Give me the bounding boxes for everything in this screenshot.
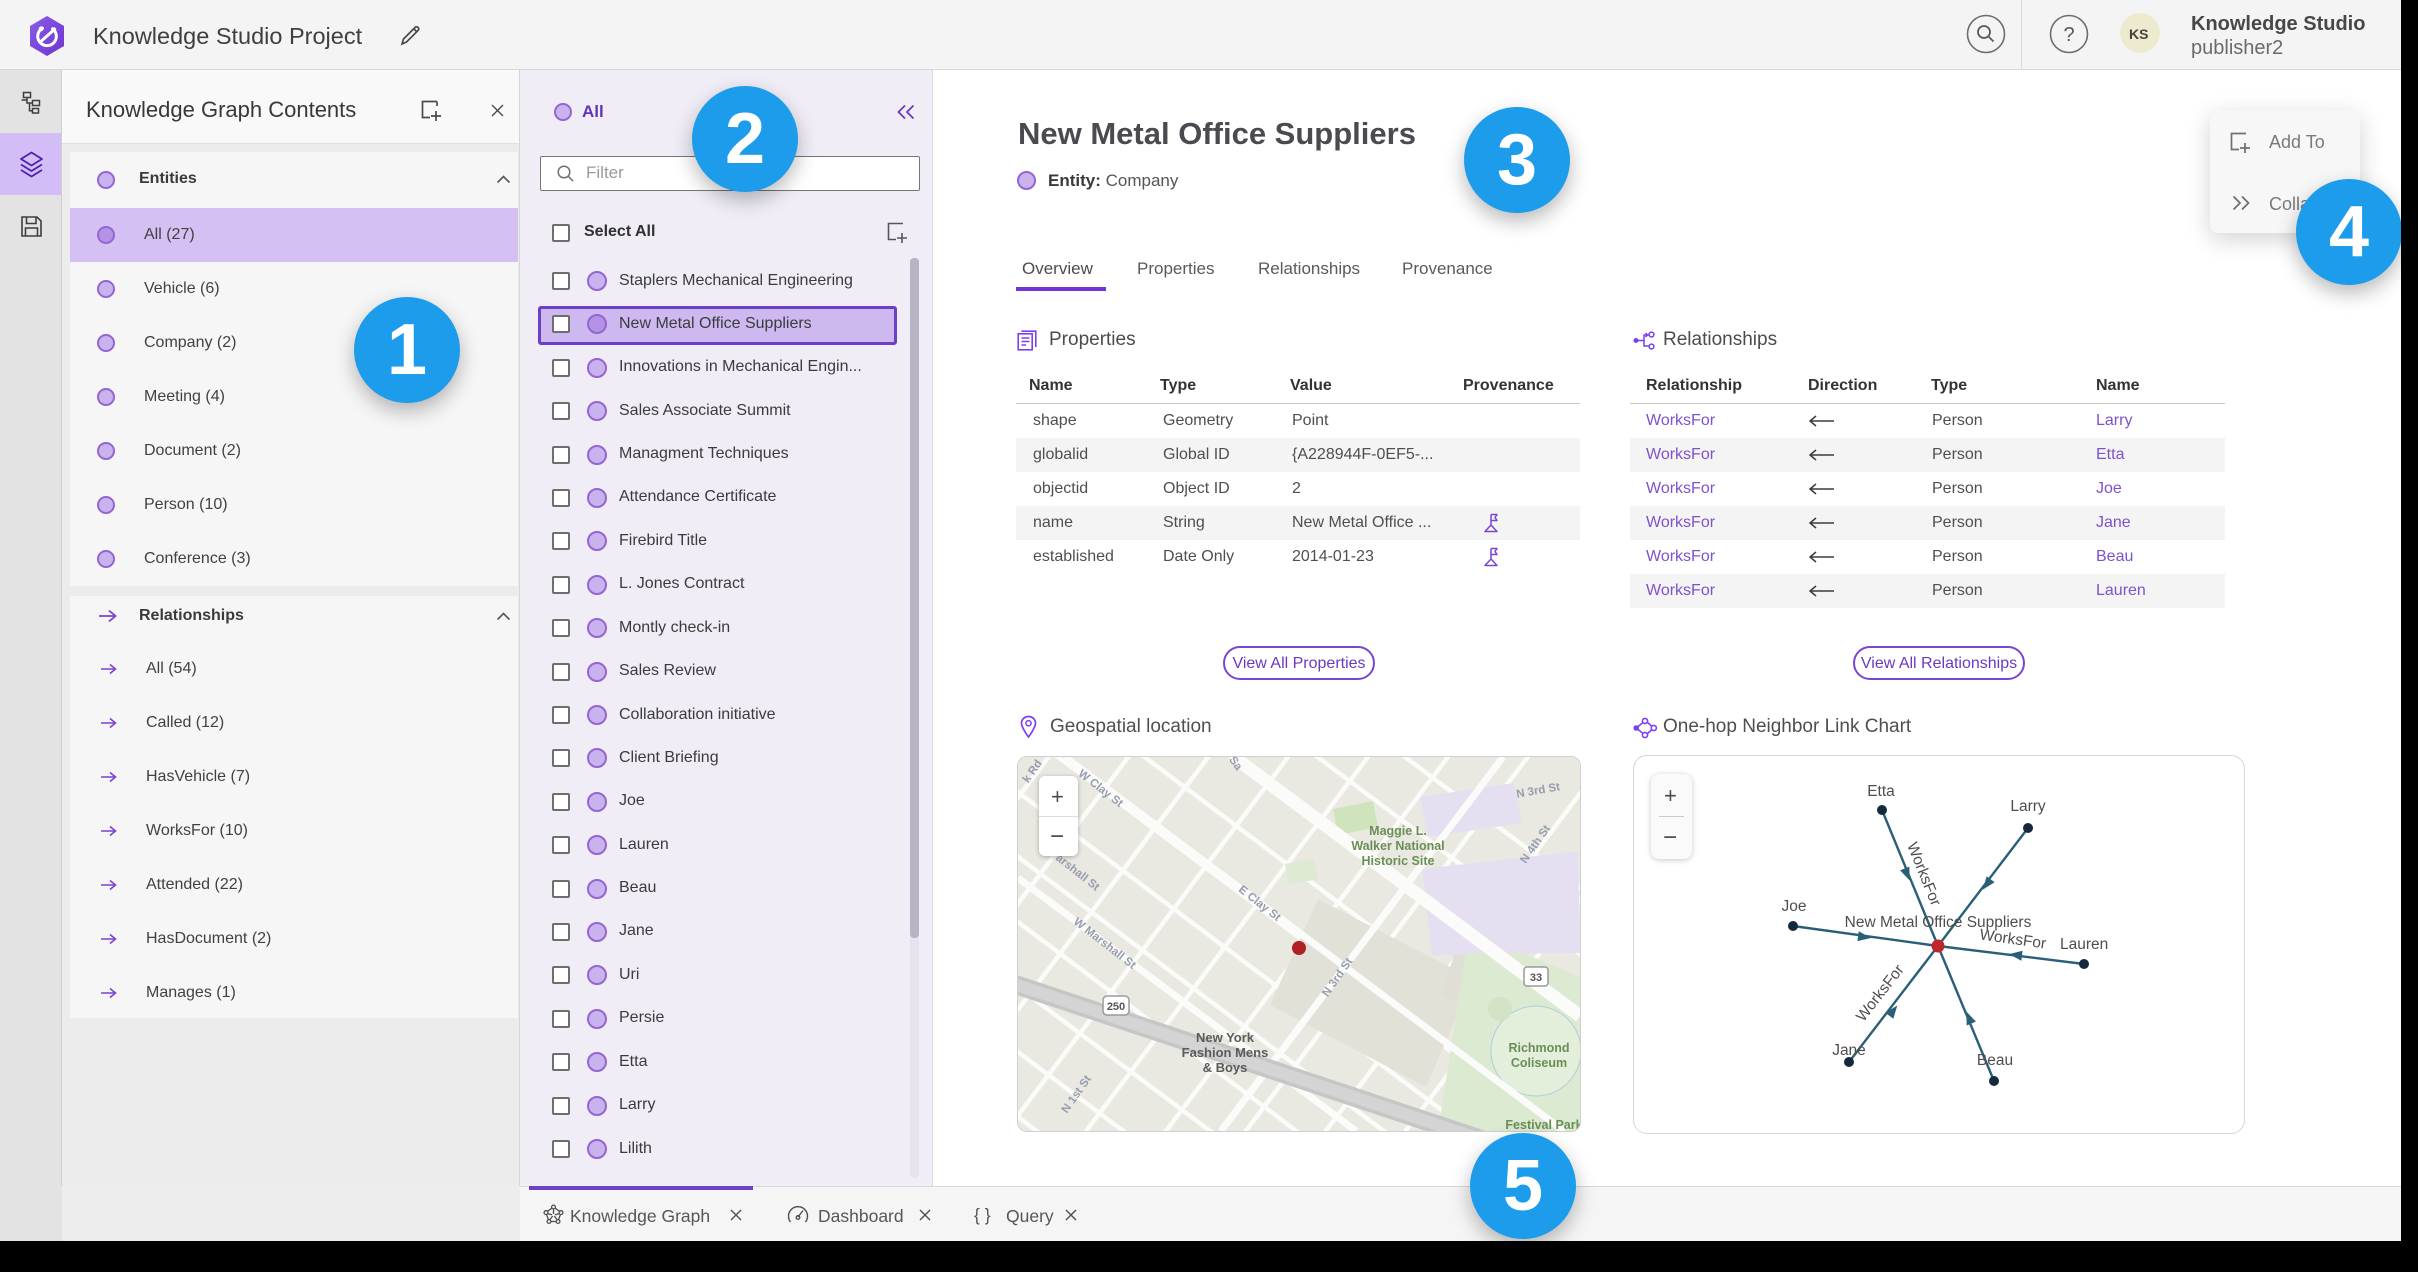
svg-text:Joe: Joe [1782,898,1807,915]
svg-text:New Metal Office Suppliers: New Metal Office Suppliers [1845,914,2032,931]
svg-text:Fashion Mens: Fashion Mens [1182,1045,1269,1060]
svg-text:Festival Park: Festival Park [1505,1118,1580,1131]
svg-text:WorksFor: WorksFor [1979,926,2048,952]
svg-text:Lauren: Lauren [2060,936,2108,953]
svg-text:Walker National: Walker National [1351,839,1444,853]
svg-text:New York: New York [1196,1030,1255,1045]
svg-text:Larry: Larry [2010,798,2046,815]
svg-text:250: 250 [1107,1001,1125,1013]
svg-text:Richmond: Richmond [1508,1041,1569,1055]
svg-text:Historic Site: Historic Site [1362,854,1435,868]
svg-text:& Boys: & Boys [1203,1060,1248,1075]
svg-text:Jane: Jane [1832,1042,1866,1059]
svg-text:Beau: Beau [1977,1052,2013,1069]
svg-text:33: 33 [1530,972,1542,984]
svg-text:Coliseum: Coliseum [1511,1056,1567,1070]
svg-text:WorksFor: WorksFor [1853,962,1908,1025]
svg-text:Etta: Etta [1867,783,1895,800]
svg-text:Maggie L.: Maggie L. [1369,824,1427,838]
svg-text:?: ? [2063,24,2074,46]
